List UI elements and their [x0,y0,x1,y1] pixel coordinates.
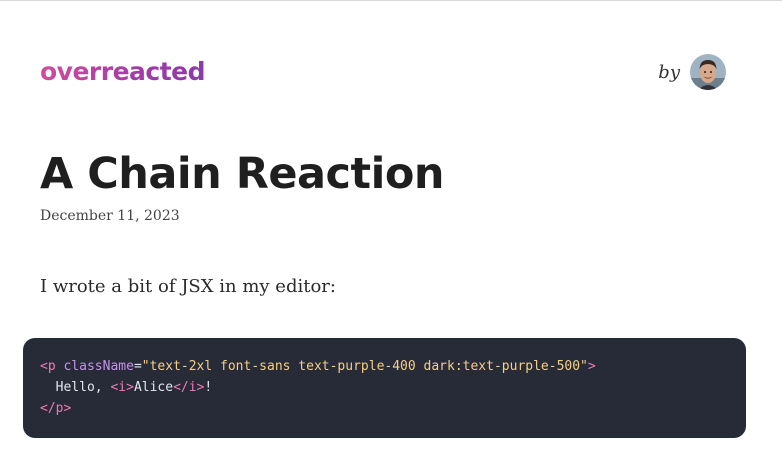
by-label: by [658,61,680,83]
code-token: className [63,359,134,374]
code-block: <p className="text-2xl font-sans text-pu… [23,338,746,438]
code-line: <p className="text-2xl font-sans text-pu… [40,356,729,377]
code-token: <i> [110,380,134,395]
post-title: A Chain Reaction [40,149,445,199]
code-line: </p> [40,398,729,419]
author-byline: by [658,54,726,90]
author-avatar-icon[interactable] [690,54,726,90]
post-intro-paragraph: I wrote a bit of JSX in my editor: [40,276,336,297]
code-token: > [587,359,596,374]
code-line: Hello, <i>Alice</i>! [40,377,729,398]
code-token: </p> [40,401,72,416]
code-token: = [133,359,142,374]
code-token: ! [204,380,213,395]
code-token: "text-2xl font-sans text-purple-400 dark… [141,359,588,374]
code-token: Hello, [40,380,111,395]
post-date: December 11, 2023 [40,208,180,224]
code-token: </i> [173,380,205,395]
code-token: <p [40,359,56,374]
top-border [0,0,782,3]
site-logo[interactable]: overreacted [40,56,206,88]
code-token: Alice [133,380,174,395]
